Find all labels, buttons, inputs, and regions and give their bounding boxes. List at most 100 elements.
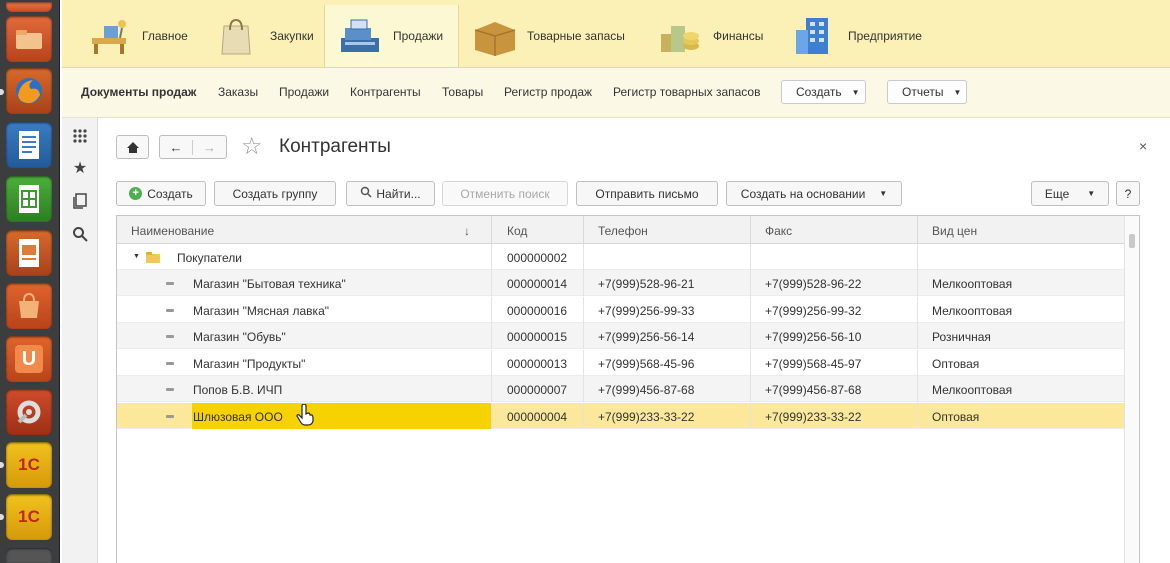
cmd-inventory-register[interactable]: Регистр товарных запасов [613, 85, 760, 99]
page-title: Контрагенты [279, 136, 391, 157]
folder-icon [146, 251, 160, 266]
table-row[interactable]: Магазин "Мясная лавка" 000000016 +7(999)25… [117, 296, 1125, 323]
files-icon[interactable] [6, 2, 52, 12]
name-cell: Магазин "Мясная лавка" [193, 303, 330, 318]
create-based-on-button[interactable]: Создать на основании ▼ [726, 181, 902, 206]
coins-icon [657, 16, 703, 56]
table-row[interactable]: Попов Б.В. ИЧП 000000007 +7(999)456-87-68 +… [117, 376, 1125, 402]
section-finance[interactable]: Финансы [645, 5, 775, 67]
code-cell: 000000007 [507, 383, 568, 397]
expand-triangle-icon[interactable]: ▼ [133, 253, 140, 260]
item-dash-icon [166, 388, 174, 391]
group-name: Покупатели [177, 251, 242, 265]
writer-icon[interactable] [6, 122, 52, 168]
item-dash-icon [166, 361, 174, 365]
favorite-star-icon[interactable]: ☆ [241, 132, 263, 161]
section-label: Закупки [270, 29, 314, 43]
cmd-counterparties[interactable]: Контрагенты [350, 85, 421, 99]
close-icon[interactable]: × [1139, 138, 1147, 154]
create-dropdown-label: Создать [796, 85, 842, 99]
counterparties-form: ← → ☆ Контрагенты × + Создать Создать гр… [99, 118, 1170, 563]
create-group-button[interactable]: Создать группу [214, 181, 336, 206]
nav-back-forward: ← → [159, 135, 227, 159]
counterparties-table: Наименование ↓ Код Телефон Факс Вид цен … [116, 215, 1140, 563]
sections-panel: Главное Закупки Продажи Товарные запасы … [62, 0, 1170, 68]
create-dropdown-button[interactable]: Создать ▼ [781, 80, 866, 104]
fax-cell: +7(999)568-45-97 [765, 356, 862, 371]
phone-cell: +7(999)528-96-21 [598, 277, 695, 291]
1c-icon[interactable]: 1С [6, 494, 52, 540]
find-button[interactable]: Найти... [346, 181, 435, 206]
app-window: Главное Закупки Продажи Товарные запасы … [62, 0, 1170, 563]
tool-strip: ★ [62, 118, 98, 563]
cmd-goods[interactable]: Товары [442, 85, 483, 99]
search-icon[interactable] [70, 224, 90, 244]
forward-arrow-icon[interactable]: → [193, 140, 226, 155]
col-header-price-type[interactable]: Вид цен [932, 224, 977, 238]
all-functions-icon[interactable] [70, 126, 90, 146]
table-row[interactable]: Магазин "Обувь" 000000015 +7(999)256-56-14… [117, 323, 1125, 349]
cmd-sales-documents[interactable]: Документы продаж [81, 85, 196, 99]
create-button[interactable]: + Создать [116, 181, 206, 206]
workspace-icon[interactable] [6, 548, 52, 563]
fax-cell: +7(999)256-99-32 [765, 303, 862, 318]
code-cell: 000000013 [507, 356, 568, 371]
chevron-down-icon: ▼ [879, 189, 888, 198]
desk-icon [86, 16, 132, 56]
section-purchases[interactable]: Закупки [202, 5, 324, 67]
folder-icon[interactable] [6, 16, 52, 62]
vertical-scrollbar[interactable] [1124, 216, 1139, 563]
1c-icon[interactable]: 1С [6, 442, 52, 488]
magnifier-icon [360, 186, 372, 201]
section-label: Финансы [713, 29, 764, 43]
section-inventory[interactable]: Товарные запасы [459, 5, 634, 67]
sort-arrow-icon: ↓ [464, 224, 470, 238]
chevron-down-icon: ▼ [1087, 189, 1096, 198]
help-button[interactable]: ? [1116, 181, 1140, 206]
col-header-phone[interactable]: Телефон [598, 224, 648, 238]
scrollbar-thumb[interactable] [1129, 234, 1135, 248]
hand-cursor-icon [296, 403, 314, 429]
send-letter-button[interactable]: Отправить письмо [576, 181, 718, 206]
section-main[interactable]: Главное [74, 5, 202, 67]
price-type-cell: Оптовая [932, 356, 980, 371]
table-row[interactable]: Магазин "Продукты" 000000013 +7(999)568-45… [117, 349, 1125, 376]
cmd-sales[interactable]: Продажи [279, 85, 329, 99]
back-arrow-icon[interactable]: ← [160, 139, 193, 155]
cash-register-icon [337, 16, 383, 56]
more-button[interactable]: Еще ▼ [1031, 181, 1109, 206]
favorites-star-icon[interactable]: ★ [70, 158, 90, 178]
name-cell: Попов Б.В. ИЧП [193, 383, 283, 397]
table-header: Наименование ↓ Код Телефон Факс Вид цен [117, 216, 1125, 244]
section-sales[interactable]: Продажи [324, 5, 459, 67]
fax-cell: +7(999)233-33-22 [765, 409, 862, 424]
impress-icon[interactable] [6, 230, 52, 276]
software-center-icon[interactable] [6, 283, 52, 329]
history-icon[interactable] [70, 191, 90, 211]
code-cell: 000000016 [507, 303, 568, 318]
system-settings-icon[interactable] [6, 389, 52, 435]
ubuntu-one-icon[interactable]: U [6, 336, 52, 382]
item-dash-icon [166, 414, 174, 418]
section-enterprise[interactable]: Предприятие [780, 5, 940, 67]
firefox-icon[interactable] [6, 68, 52, 114]
phone-cell: +7(999)256-99-33 [598, 303, 695, 318]
calc-icon[interactable] [6, 176, 52, 222]
col-header-name[interactable]: Наименование [131, 224, 214, 238]
home-button[interactable] [116, 135, 149, 159]
cancel-search-button[interactable]: Отменить поиск [442, 181, 568, 206]
more-button-label: Еще [1044, 186, 1070, 201]
col-header-fax[interactable]: Факс [765, 224, 792, 238]
cmd-sales-register[interactable]: Регистр продаж [504, 85, 592, 99]
group-code: 000000002 [507, 251, 568, 265]
table-row-group[interactable]: ▼ Покупатели 000000002 [117, 244, 1125, 270]
cancel-search-button-label: Отменить поиск [460, 186, 550, 201]
section-label: Товарные запасы [527, 29, 625, 43]
col-header-code[interactable]: Код [507, 224, 527, 238]
table-row[interactable]: Шлюзовая ООО 000000004 +7(999)233-33-22 +7(… [117, 402, 1125, 429]
table-row[interactable]: Магазин "Бытовая техника" 000000014 +7(999… [117, 270, 1125, 296]
chevron-down-icon: ▼ [953, 87, 962, 97]
cmd-orders[interactable]: Заказы [218, 85, 258, 99]
reports-dropdown-button[interactable]: Отчеты ▼ [887, 80, 967, 104]
shopping-bag-icon [214, 16, 260, 56]
